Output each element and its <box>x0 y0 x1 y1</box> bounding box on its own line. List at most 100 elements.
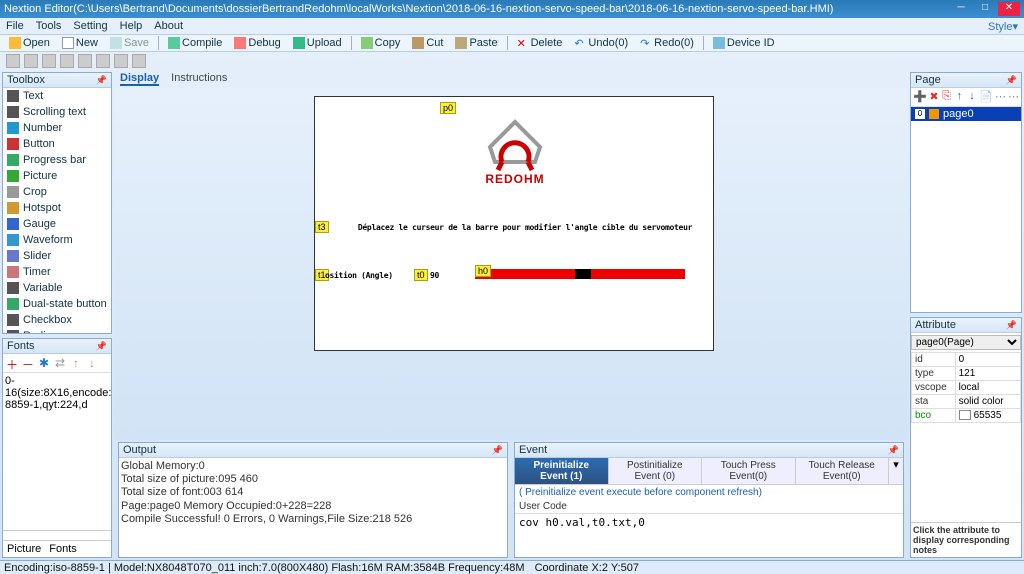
same-height-icon[interactable] <box>132 54 146 68</box>
align-right-icon[interactable] <box>42 54 56 68</box>
menu-about[interactable]: About <box>154 20 183 32</box>
undo-button[interactable]: ↶Undo(0) <box>569 36 633 50</box>
toolbox-item[interactable]: Hotspot <box>3 200 111 216</box>
toolbox-item[interactable]: Waveform <box>3 232 111 248</box>
event-code[interactable]: cov h0.val,t0.txt,0 <box>515 513 903 547</box>
tab-fonts[interactable]: Fonts <box>49 543 77 555</box>
label-h0[interactable]: h0 <box>475 265 491 277</box>
menu-tools[interactable]: Tools <box>36 20 62 32</box>
attr-val[interactable]: 121 <box>955 367 1020 381</box>
page-canvas[interactable]: p0 REDOHM t3 Déplacez le curseur de la b… <box>314 96 714 351</box>
same-width-icon[interactable] <box>114 54 128 68</box>
compile-button[interactable]: Compile <box>163 36 227 50</box>
attr-row[interactable]: vscopelocal <box>912 381 1021 395</box>
text-t0[interactable]: 90 <box>430 271 439 280</box>
font-up-button[interactable]: ↑ <box>69 356 83 370</box>
minimize-button[interactable]: ─ <box>950 2 972 16</box>
toolbox-item[interactable]: Radio <box>3 328 111 334</box>
tab-picture[interactable]: Picture <box>7 543 41 555</box>
text-t1[interactable]: osition (Angle) <box>325 271 393 280</box>
tab-preinit[interactable]: Preinitialize Event (1) <box>515 458 609 484</box>
paste-button[interactable]: Paste <box>450 36 502 50</box>
tab-display[interactable]: Display <box>120 72 159 86</box>
maximize-button[interactable]: □ <box>974 2 996 16</box>
label-t3[interactable]: t3 <box>315 221 329 233</box>
page-add-button[interactable]: ➕ <box>913 90 927 104</box>
page-del-button[interactable]: ✖ <box>929 90 940 104</box>
pin-icon[interactable]: 📌 <box>96 341 107 352</box>
font-del-button[interactable]: － <box>21 356 35 370</box>
fonts-list[interactable]: 0-16(size:8X16,encode:iso-8859-1,qyt:224… <box>3 373 111 530</box>
upload-button[interactable]: Upload <box>288 36 347 50</box>
attr-row[interactable]: bco65535 <box>912 409 1021 423</box>
redo-button[interactable]: ↷Redo(0) <box>635 36 699 50</box>
output-text[interactable]: Global Memory:0 Total size of picture:09… <box>119 458 507 557</box>
close-button[interactable]: ✕ <box>998 2 1020 16</box>
font-add-button[interactable]: ＋ <box>5 356 19 370</box>
page-misc1-button[interactable]: ⋯ <box>995 90 1006 104</box>
page-item[interactable]: 0 page0 <box>911 107 1021 121</box>
text-t3[interactable]: Déplacez le curseur de la barre pour mod… <box>345 223 705 232</box>
delete-button[interactable]: ✕Delete <box>512 36 568 50</box>
debug-button[interactable]: Debug <box>229 36 285 50</box>
font-item[interactable]: 0-16(size:8X16,encode:iso-8859-1,qyt:224… <box>5 375 109 411</box>
toolbox-item[interactable]: Progress bar <box>3 152 111 168</box>
fonts-scrollbar[interactable] <box>3 530 111 540</box>
font-dn-button[interactable]: ↓ <box>85 356 99 370</box>
pin-icon[interactable]: 📌 <box>888 445 899 456</box>
toolbox-item[interactable]: Scrolling text <box>3 104 111 120</box>
toolbox-item[interactable]: Variable <box>3 280 111 296</box>
tab-instructions[interactable]: Instructions <box>171 72 227 86</box>
attr-val[interactable]: solid color <box>955 395 1020 409</box>
tab-postinit[interactable]: Postinitialize Event (0) <box>609 458 703 484</box>
cut-button[interactable]: Cut <box>407 36 448 50</box>
pin-icon[interactable]: 📌 <box>1006 75 1017 86</box>
pin-icon[interactable]: 📌 <box>492 445 503 456</box>
attr-row[interactable]: stasolid color <box>912 395 1021 409</box>
event-dropdown-icon[interactable]: ▾ <box>889 458 903 484</box>
toolbox-item[interactable]: Slider <box>3 248 111 264</box>
attribute-select[interactable]: page0(Page) <box>911 335 1021 350</box>
toolbox-item[interactable]: Number <box>3 120 111 136</box>
toolbox-item[interactable]: Picture <box>3 168 111 184</box>
align-top-icon[interactable] <box>60 54 74 68</box>
attr-val[interactable]: local <box>955 381 1020 395</box>
copy-button[interactable]: Copy <box>356 36 406 50</box>
page-ins-button[interactable]: ⎘ <box>941 90 952 104</box>
menu-setting[interactable]: Setting <box>73 20 107 32</box>
page-misc2-button[interactable]: ⋯ <box>1008 90 1019 104</box>
align-bottom-icon[interactable] <box>96 54 110 68</box>
toolbox-item[interactable]: Text <box>3 88 111 104</box>
open-button[interactable]: Open <box>4 36 55 50</box>
align-middle-icon[interactable] <box>78 54 92 68</box>
attr-val[interactable]: 0 <box>955 353 1020 367</box>
page-up-button[interactable]: ↑ <box>954 90 965 104</box>
attr-row[interactable]: type121 <box>912 367 1021 381</box>
slider-h0[interactable] <box>475 269 685 279</box>
font-replace-button[interactable]: ⇄ <box>53 356 67 370</box>
align-left-icon[interactable] <box>6 54 20 68</box>
tab-touch-press[interactable]: Touch Press Event(0) <box>702 458 796 484</box>
toolbox-item[interactable]: Gauge <box>3 216 111 232</box>
toolbox-item[interactable]: Button <box>3 136 111 152</box>
save-button[interactable]: Save <box>105 36 154 50</box>
attr-row[interactable]: id0 <box>912 353 1021 367</box>
toolbox-item[interactable]: Timer <box>3 264 111 280</box>
logo-picture[interactable]: REDOHM <box>465 112 565 202</box>
menu-help[interactable]: Help <box>120 20 143 32</box>
canvas-area[interactable]: p0 REDOHM t3 Déplacez le curseur de la b… <box>114 88 908 440</box>
label-p0[interactable]: p0 <box>440 102 456 114</box>
page-copy-button[interactable]: 📄 <box>979 90 993 104</box>
toolbox-item[interactable]: Checkbox <box>3 312 111 328</box>
menu-style[interactable]: Style▾ <box>988 20 1018 33</box>
align-center-icon[interactable] <box>24 54 38 68</box>
attr-val[interactable]: 65535 <box>955 409 1020 423</box>
label-t0[interactable]: t0 <box>414 269 428 281</box>
font-gen-button[interactable]: ✱ <box>37 356 51 370</box>
toolbox-item[interactable]: Dual-state button <box>3 296 111 312</box>
menu-file[interactable]: File <box>6 20 24 32</box>
slider-thumb[interactable] <box>575 269 591 279</box>
tab-touch-release[interactable]: Touch Release Event(0) <box>796 458 890 484</box>
pin-icon[interactable]: 📌 <box>96 75 107 86</box>
page-dn-button[interactable]: ↓ <box>967 90 978 104</box>
